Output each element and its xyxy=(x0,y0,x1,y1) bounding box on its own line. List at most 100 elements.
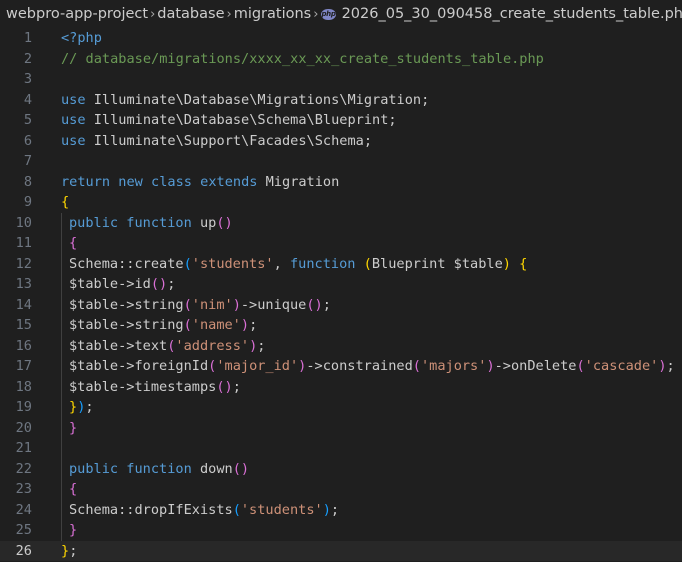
code-text: }); xyxy=(69,397,94,418)
code-token: ; xyxy=(666,358,675,374)
code-text: } xyxy=(69,520,77,541)
code-token: ; xyxy=(69,542,78,559)
code-line[interactable]: 17 $table->foreignId ('major_id') ->constra… xyxy=(0,356,682,377)
line-number: 5 xyxy=(23,112,32,128)
code-line[interactable]: 3 xyxy=(0,69,682,90)
code-line[interactable]: 6 use Illuminate\Support\Facades\Schema; xyxy=(0,131,682,152)
code-token: 'name' xyxy=(191,317,241,333)
php-file-icon: php xyxy=(321,8,336,20)
code-token: // database/migrations/xxxx_xx_xx_create… xyxy=(61,50,544,67)
code-line[interactable]: 2 // database/migrations/xxxx_xx_xx_creat… xyxy=(0,49,682,70)
code-line[interactable]: 20} xyxy=(0,418,682,439)
line-number: 8 xyxy=(23,173,32,190)
code-line[interactable]: 9{ xyxy=(0,192,682,213)
code-text: $table->string('nim')->unique(); xyxy=(69,295,331,316)
chevron-right-icon: › xyxy=(313,6,319,22)
breadcrumb-database[interactable]: database xyxy=(157,6,224,22)
code-token: Migration xyxy=(257,173,340,190)
code-token: Schema::dropIfExists xyxy=(69,501,233,518)
code-token: } xyxy=(61,542,70,559)
code-token: use xyxy=(61,132,86,149)
code-editor[interactable]: 1 <?php 2 // database/migrations/xxxx_xx_xx… xyxy=(0,28,682,562)
code-line[interactable]: 23 { xyxy=(0,479,682,500)
code-line[interactable]: 10 public function up() xyxy=(0,213,682,234)
code-line[interactable]: 5 use Illuminate\Database\Schema\Blueprin… xyxy=(0,110,682,131)
line-number: 16 xyxy=(15,337,32,354)
code-token: ; xyxy=(85,399,94,415)
code-line[interactable]: 8 return new class extends Migration xyxy=(0,172,682,193)
code-token: ; xyxy=(322,296,331,313)
code-line[interactable]: 18 $table->timestamps(); xyxy=(0,377,682,398)
code-line[interactable]: 22 public function down() xyxy=(0,459,682,480)
code-token: () xyxy=(216,214,233,231)
chevron-right-icon: › xyxy=(226,6,232,22)
code-token: function xyxy=(289,255,356,272)
code-line[interactable]: 4 use Illuminate\Database\Migrations\Migr… xyxy=(0,90,682,111)
code-token: ->unique xyxy=(240,296,307,313)
code-text: } xyxy=(69,418,77,439)
code-token: Illuminate\Database\Schema\Blueprint; xyxy=(85,112,397,128)
code-token: ) xyxy=(486,358,495,374)
code-token: () xyxy=(306,296,323,313)
line-number: 21 xyxy=(15,440,32,456)
code-line[interactable]: 12 Schema::create('students', function (B… xyxy=(0,254,682,275)
code-token: () xyxy=(216,378,233,395)
code-text: use Illuminate\Support\Facades\Schema; xyxy=(61,131,372,152)
code-token: Schema::create xyxy=(69,255,184,272)
line-number: 9 xyxy=(23,194,32,210)
code-token: ->constrained xyxy=(306,358,413,374)
code-line[interactable]: 19}); xyxy=(0,397,682,418)
code-token: ( xyxy=(412,358,421,374)
code-text: $table->foreignId ('major_id') ->constrain… xyxy=(69,356,675,377)
code-line[interactable]: 25} xyxy=(0,520,682,541)
code-line[interactable]: 21 xyxy=(0,438,682,459)
line-number: 2 xyxy=(23,50,32,67)
code-token: ( xyxy=(576,358,585,374)
code-line[interactable]: 14 $table->string('nim')->unique(); xyxy=(0,295,682,316)
code-line[interactable]: 16 $table->text('address'); xyxy=(0,336,682,357)
code-token: use xyxy=(61,91,86,108)
line-number: 25 xyxy=(15,522,32,538)
breadcrumb-file[interactable]: 2026_05_30_090458_create_students_table.… xyxy=(342,6,682,22)
code-token: function xyxy=(126,460,192,477)
code-line[interactable]: 24 Schema::dropIfExists('students'); xyxy=(0,500,682,521)
code-text: $table->text('address'); xyxy=(69,336,265,357)
code-token: ; xyxy=(167,276,176,292)
code-token: { xyxy=(69,235,78,251)
code-line[interactable]: 1 <?php xyxy=(0,28,682,49)
code-token: , xyxy=(273,255,290,272)
code-text: return new class extends Migration xyxy=(61,172,339,193)
code-token: ( xyxy=(183,296,192,313)
breadcrumb-migrations[interactable]: migrations xyxy=(234,6,312,22)
code-token: { xyxy=(61,194,70,210)
code-token: down xyxy=(191,460,233,477)
code-token: ) xyxy=(502,255,511,272)
code-text: }; xyxy=(61,541,77,562)
code-line[interactable]: 15 $table->string('name'); xyxy=(0,315,682,336)
code-text: use Illuminate\Database\Schema\Blueprint… xyxy=(61,110,397,131)
line-number: 18 xyxy=(15,378,32,395)
line-number: 26 xyxy=(15,542,32,559)
line-number: 19 xyxy=(15,399,32,415)
code-line[interactable]: 11 { xyxy=(0,233,682,254)
breadcrumb: webpro-app-project › database › migratio… xyxy=(0,0,682,28)
code-token: 'major_id' xyxy=(216,358,299,374)
code-token: ( xyxy=(232,501,241,518)
breadcrumb-project[interactable]: webpro-app-project xyxy=(6,6,148,22)
code-token: <?php xyxy=(61,30,102,46)
code-token: ( xyxy=(363,255,372,272)
indent-guide xyxy=(61,212,62,541)
code-text: public function up() xyxy=(69,213,233,234)
code-token: ) xyxy=(232,296,241,313)
line-number: 1 xyxy=(23,30,32,46)
code-text: { xyxy=(69,233,77,254)
code-text: Schema::dropIfExists('students'); xyxy=(69,500,339,521)
code-token: $table->timestamps xyxy=(69,378,217,395)
code-line[interactable]: 13 $table->id(); xyxy=(0,274,682,295)
code-line[interactable]: 7 xyxy=(0,151,682,172)
code-text: $table->id(); xyxy=(69,274,175,295)
code-line[interactable]: 26}; xyxy=(0,540,682,562)
code-token: 'nim' xyxy=(191,296,233,313)
